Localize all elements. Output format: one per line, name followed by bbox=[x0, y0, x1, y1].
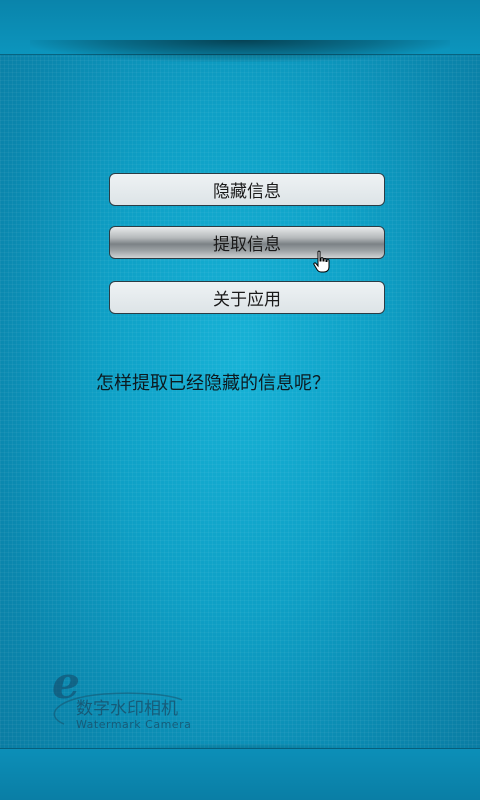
top-frame bbox=[0, 0, 480, 55]
hand-pointer-icon bbox=[313, 250, 330, 273]
hide-info-button[interactable]: 隐藏信息 bbox=[109, 173, 385, 206]
app-screen: 隐藏信息 提取信息 关于应用 怎样提取已经隐藏的信息呢？ e 数字水印相机 Wa… bbox=[0, 0, 480, 800]
bottom-frame bbox=[0, 748, 480, 800]
about-app-label: 关于应用 bbox=[213, 290, 281, 310]
logo-title: 数字水印相机 bbox=[76, 699, 178, 719]
extract-info-label: 提取信息 bbox=[213, 235, 281, 255]
app-logo: e 数字水印相机 Watermark Camera bbox=[40, 658, 210, 738]
logo-subtitle: Watermark Camera bbox=[76, 718, 192, 731]
hide-info-label: 隐藏信息 bbox=[213, 182, 281, 202]
help-question: 怎样提取已经隐藏的信息呢？ bbox=[96, 373, 330, 394]
about-app-button[interactable]: 关于应用 bbox=[109, 281, 385, 314]
extract-info-button[interactable]: 提取信息 bbox=[109, 226, 385, 259]
